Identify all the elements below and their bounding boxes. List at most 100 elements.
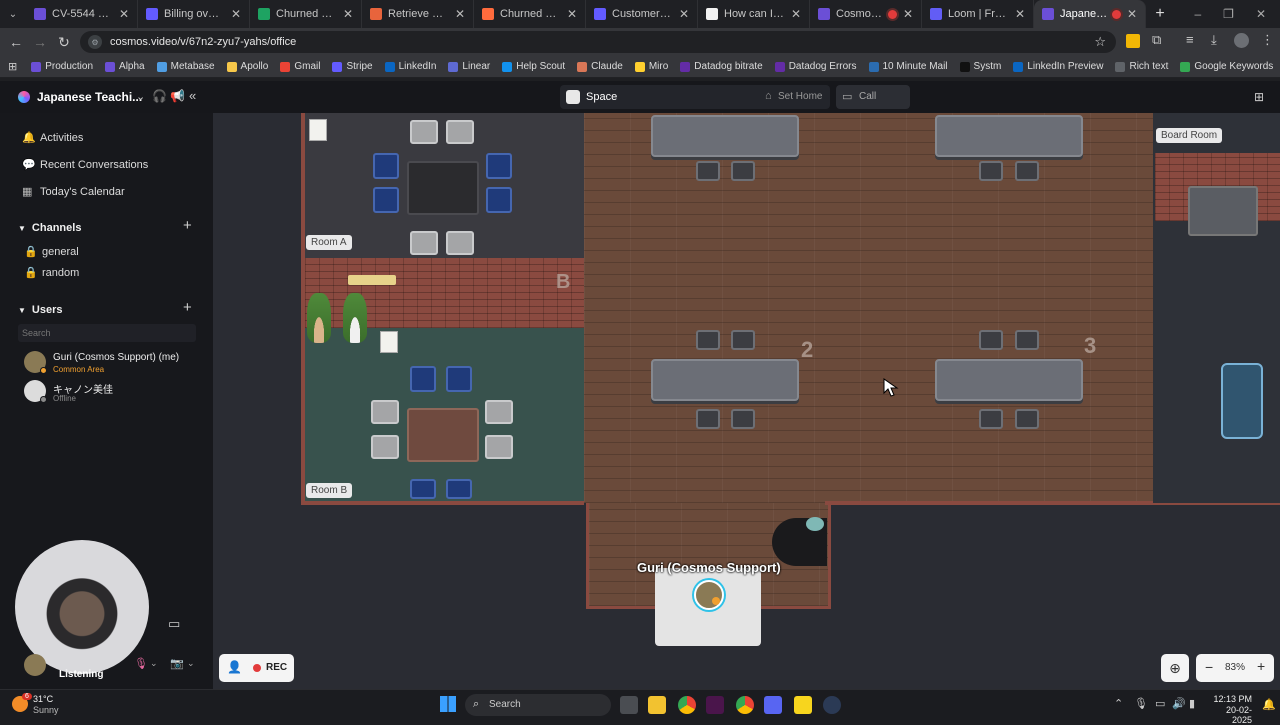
browser-tab[interactable]: Japanese Tea ✕ (1034, 0, 1146, 28)
sidebar-item-todays-calendar[interactable]: ▦ Today's Calendar (22, 185, 125, 199)
taskbar-search[interactable]: ⌕ Search (465, 694, 611, 716)
rec-button[interactable]: REC (266, 662, 287, 673)
profile-avatar[interactable] (1234, 33, 1249, 48)
clock-time[interactable]: 12:13 PM (1210, 694, 1252, 704)
reload-icon[interactable]: ↻ (52, 34, 76, 51)
home-icon[interactable]: ⌂ (765, 90, 772, 102)
bookmark-item[interactable]: Datadog bitrate (680, 61, 763, 72)
bookmark-item[interactable]: Apollo (226, 61, 268, 72)
close-tab-icon[interactable]: ✕ (903, 7, 913, 21)
task-view-icon[interactable] (620, 696, 638, 714)
bookmark-item[interactable]: Claude (577, 61, 623, 72)
chrome-icon[interactable] (678, 696, 696, 714)
mic-muted-icon[interactable]: 🎙 (134, 657, 148, 670)
sidebar-item-activities[interactable]: 🔔 Activities (22, 131, 83, 145)
bookmark-item[interactable]: Systm (959, 61, 1001, 72)
windows-start-icon[interactable] (440, 696, 456, 712)
browser-tab[interactable]: Churned custome ✕ (474, 0, 586, 28)
camera-options-chevron-icon[interactable]: ⌄ (187, 658, 195, 669)
close-tab-icon[interactable]: ✕ (231, 7, 241, 21)
download-icon[interactable]: ⤓ (1211, 32, 1217, 48)
extensions-puzzle-icon[interactable]: ⧉ (1152, 32, 1161, 48)
user-search-input[interactable] (18, 324, 196, 342)
bookmark-item[interactable]: Production (31, 61, 93, 72)
close-tab-icon[interactable]: ✕ (1015, 7, 1025, 21)
battery-icon[interactable]: ▮ (1189, 697, 1195, 710)
sidebar-item-general[interactable]: 🔒 general (24, 245, 79, 259)
notification-bell-icon[interactable]: 🔔 (1262, 698, 1276, 711)
browser-tab[interactable]: CV-5544 Map test ✕ (26, 0, 138, 28)
channels-section-header[interactable]: ▼ Channels (18, 222, 81, 234)
office-map[interactable]: Room A B Room B 2 3 Board Room Guri (Cos… (213, 113, 1280, 689)
close-tab-icon[interactable]: ✕ (119, 7, 129, 21)
close-tab-icon[interactable]: ✕ (567, 7, 577, 21)
browser-menu-icon[interactable]: ⋮ (1261, 32, 1274, 48)
bookmark-item[interactable]: Help Scout (502, 61, 565, 72)
collapse-sidebar-icon[interactable]: « (189, 88, 196, 103)
app-icon[interactable] (764, 696, 782, 714)
megaphone-icon[interactable]: 📢 (170, 89, 185, 103)
close-tab-icon[interactable]: ✕ (455, 7, 465, 21)
sticky-notes-icon[interactable] (794, 696, 812, 714)
mic-options-chevron-icon[interactable]: ⌄ (150, 658, 158, 669)
maximize-icon[interactable]: ❐ (1223, 7, 1234, 21)
tab-search-icon[interactable]: ⌄ (0, 0, 26, 28)
network-icon[interactable]: ▭ (1155, 697, 1165, 710)
bookmark-item[interactable]: Linear (448, 61, 490, 72)
close-window-icon[interactable]: ✕ (1256, 7, 1266, 21)
browser-tab[interactable]: Loom | Free Scree ✕ (922, 0, 1034, 28)
sidebar-item-recent-conversations[interactable]: 💬 Recent Conversations (22, 158, 148, 172)
screen-share-icon[interactable]: ▭ (168, 616, 180, 632)
back-icon[interactable]: ← (4, 34, 28, 50)
bookmark-item[interactable]: 10 Minute Mail (868, 61, 948, 72)
clock-date[interactable]: 20-02-2025 (1206, 705, 1252, 725)
close-tab-icon[interactable]: ✕ (791, 7, 801, 21)
zoom-in-button[interactable]: + (1257, 658, 1265, 674)
slack-icon[interactable] (706, 696, 724, 714)
browser-tab[interactable]: Retrieve Specific ✕ (362, 0, 474, 28)
grid-view-icon[interactable]: ⊞ (1254, 90, 1264, 104)
kiosk-screen[interactable] (1221, 363, 1263, 439)
new-tab-button[interactable]: + (1146, 0, 1174, 28)
file-explorer-icon[interactable] (648, 696, 666, 714)
bookmark-item[interactable]: Google Keywords (1180, 61, 1273, 72)
apps-grid-icon[interactable]: ⊞ (8, 60, 17, 73)
sidebar-item-random[interactable]: 🔒 random (24, 266, 79, 280)
close-tab-icon[interactable]: ✕ (1127, 7, 1137, 21)
site-info-icon[interactable]: ⚙ (88, 35, 102, 49)
settings-gear-icon[interactable] (823, 696, 841, 714)
bookmark-item[interactable]: Miro (634, 61, 668, 72)
recenter-button[interactable]: ⊕ (1161, 654, 1189, 682)
browser-tab[interactable]: Customers – Cosm ✕ (586, 0, 698, 28)
add-person-icon[interactable]: 👤 (227, 660, 242, 674)
set-home-button[interactable]: Set Home (778, 91, 822, 102)
my-avatar[interactable] (24, 654, 46, 676)
browser-tab[interactable]: How can I share a ✕ (698, 0, 810, 28)
microphone-icon[interactable]: 🎙 (1134, 697, 1148, 710)
chevron-down-icon[interactable]: ⌄ (136, 90, 145, 103)
add-channel-button[interactable]: + (183, 217, 192, 234)
zoom-out-button[interactable]: − (1205, 659, 1213, 675)
tray-chevron-icon[interactable]: ⌃ (1114, 697, 1123, 710)
bookmark-item[interactable]: Stripe (332, 61, 373, 72)
user-row[interactable]: Guri (Cosmos Support) (me) Common Area (0, 348, 213, 378)
bookmark-item[interactable]: Rich text (1115, 61, 1168, 72)
bookmark-item[interactable]: Metabase (156, 61, 215, 72)
browser-tab[interactable]: Churned Users - ✕ (250, 0, 362, 28)
bookmark-item[interactable]: LinkedIn (384, 61, 436, 72)
extension-icon[interactable] (1126, 34, 1140, 48)
bookmark-item[interactable]: Datadog Errors (774, 61, 857, 72)
forward-icon[interactable]: → (28, 34, 52, 50)
users-section-header[interactable]: ▼ Users (18, 304, 63, 316)
headphones-icon[interactable]: 🎧 (152, 89, 167, 103)
bookmark-star-icon[interactable]: ☆ (1094, 34, 1106, 50)
close-tab-icon[interactable]: ✕ (343, 7, 353, 21)
user-row[interactable]: キャノン美佳 Offline (0, 377, 213, 407)
bookmark-item[interactable]: LinkedIn Preview (1013, 61, 1103, 72)
camera-icon[interactable]: 📷 (170, 657, 184, 670)
call-button[interactable]: ▭ Call (836, 85, 910, 109)
add-user-button[interactable]: + (183, 299, 192, 316)
browser-tab[interactable]: Cosmos HQ / ✕ (810, 0, 922, 28)
user-avatar[interactable] (694, 580, 724, 610)
bookmark-item[interactable]: Alpha (105, 61, 145, 72)
